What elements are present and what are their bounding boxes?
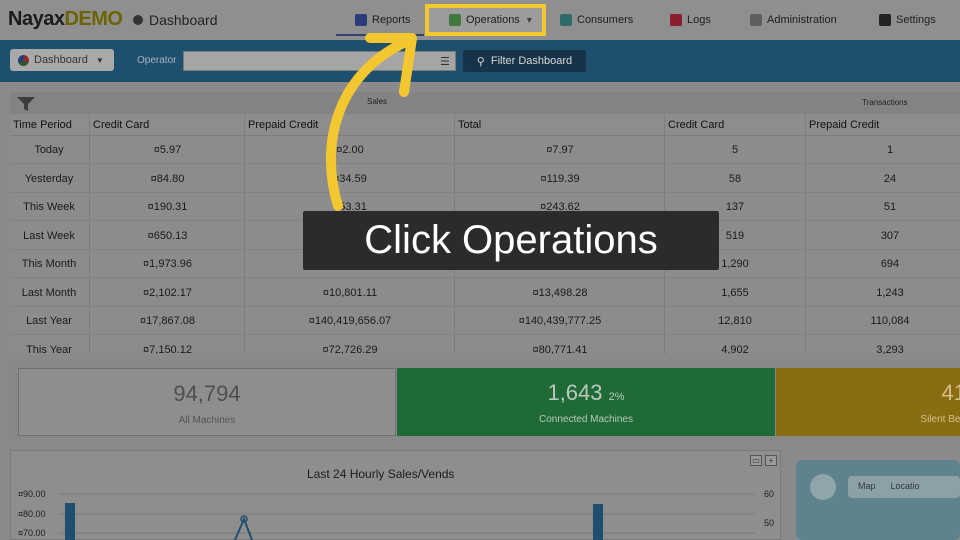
pointer-arrow — [326, 33, 417, 211]
instruction-tooltip: Click Operations — [303, 211, 719, 270]
arrow-curve — [326, 35, 415, 211]
instruction-text: Click Operations — [364, 218, 658, 262]
